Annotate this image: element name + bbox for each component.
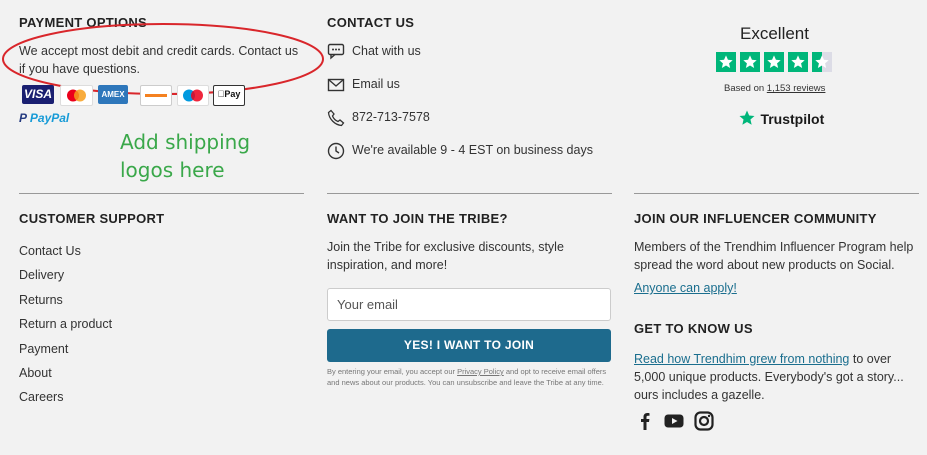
star-icon bbox=[764, 52, 784, 72]
availability-text: We're available 9 - 4 EST on business da… bbox=[352, 143, 593, 157]
reviews-link[interactable]: 1,153 reviews bbox=[767, 83, 826, 94]
join-tribe-button[interactable]: YES! I WANT TO JOIN bbox=[327, 329, 611, 362]
get-to-know-heading: GET TO KNOW US bbox=[634, 321, 753, 336]
footer-link-return-product[interactable]: Return a product bbox=[19, 317, 112, 331]
influencer-description: Members of the Trendhim Influencer Progr… bbox=[634, 240, 914, 272]
discover-icon bbox=[140, 85, 172, 106]
privacy-policy-link[interactable]: Privacy Policy bbox=[457, 367, 504, 376]
mail-icon bbox=[327, 78, 345, 92]
footer-link-delivery[interactable]: Delivery bbox=[19, 268, 64, 282]
footer-link-about[interactable]: About bbox=[19, 366, 52, 380]
divider bbox=[634, 193, 919, 194]
clock-icon bbox=[327, 142, 345, 160]
star-icon bbox=[740, 52, 760, 72]
footer-link-payment[interactable]: Payment bbox=[19, 342, 68, 356]
trustpilot-based-on: Based on 1,153 reviews bbox=[724, 83, 826, 94]
amex-icon: AMEX bbox=[98, 85, 128, 104]
customer-support-heading: CUSTOMER SUPPORT bbox=[19, 211, 165, 226]
star-icon bbox=[716, 52, 736, 72]
mastercard-icon bbox=[60, 85, 93, 106]
get-to-know-text: Read how Trendhim grew from nothing to o… bbox=[634, 352, 904, 402]
trustpilot-logo[interactable]: Trustpilot bbox=[738, 109, 824, 129]
chat-icon bbox=[327, 43, 345, 60]
footer-link-returns[interactable]: Returns bbox=[19, 293, 63, 307]
youtube-icon[interactable] bbox=[664, 411, 684, 431]
footer-link-contact-us[interactable]: Contact Us bbox=[19, 244, 81, 258]
facebook-icon[interactable] bbox=[635, 411, 655, 431]
phone-icon bbox=[327, 109, 345, 127]
footer-link-careers[interactable]: Careers bbox=[19, 390, 63, 404]
divider bbox=[327, 193, 612, 194]
contact-heading: CONTACT US bbox=[327, 15, 415, 30]
annotation-line-2: logos here bbox=[120, 158, 225, 182]
email-input[interactable] bbox=[327, 288, 611, 321]
trustpilot-stars bbox=[716, 52, 838, 74]
chat-link[interactable]: Chat with us bbox=[352, 44, 421, 58]
email-link[interactable]: Email us bbox=[352, 77, 400, 91]
apple-pay-icon: Pay bbox=[213, 85, 245, 106]
visa-icon: VISA bbox=[22, 85, 54, 104]
phone-link[interactable]: 872-713-7578 bbox=[352, 110, 430, 124]
annotation-line-1: Add shipping bbox=[120, 130, 251, 154]
paypal-icon: P bbox=[19, 111, 27, 125]
tribe-fine-print: By entering your email, you accept our P… bbox=[327, 367, 607, 387]
divider bbox=[19, 193, 304, 194]
influencer-apply-link[interactable]: Anyone can apply! bbox=[634, 281, 737, 295]
instagram-icon[interactable] bbox=[694, 411, 714, 431]
influencer-heading: JOIN OUR INFLUENCER COMMUNITY bbox=[634, 211, 877, 226]
story-link[interactable]: Read how Trendhim grew from nothing bbox=[634, 352, 849, 366]
half-star-icon bbox=[812, 52, 832, 72]
tribe-heading: WANT TO JOIN THE TRIBE? bbox=[327, 211, 508, 226]
star-icon bbox=[788, 52, 808, 72]
maestro-icon bbox=[177, 85, 209, 106]
tribe-description: Join the Tribe for exclusive discounts, … bbox=[327, 240, 564, 272]
paypal-logo: P PayPal bbox=[19, 111, 70, 125]
trustpilot-rating-label: Excellent bbox=[740, 24, 809, 43]
trustpilot-star-icon bbox=[739, 110, 755, 125]
